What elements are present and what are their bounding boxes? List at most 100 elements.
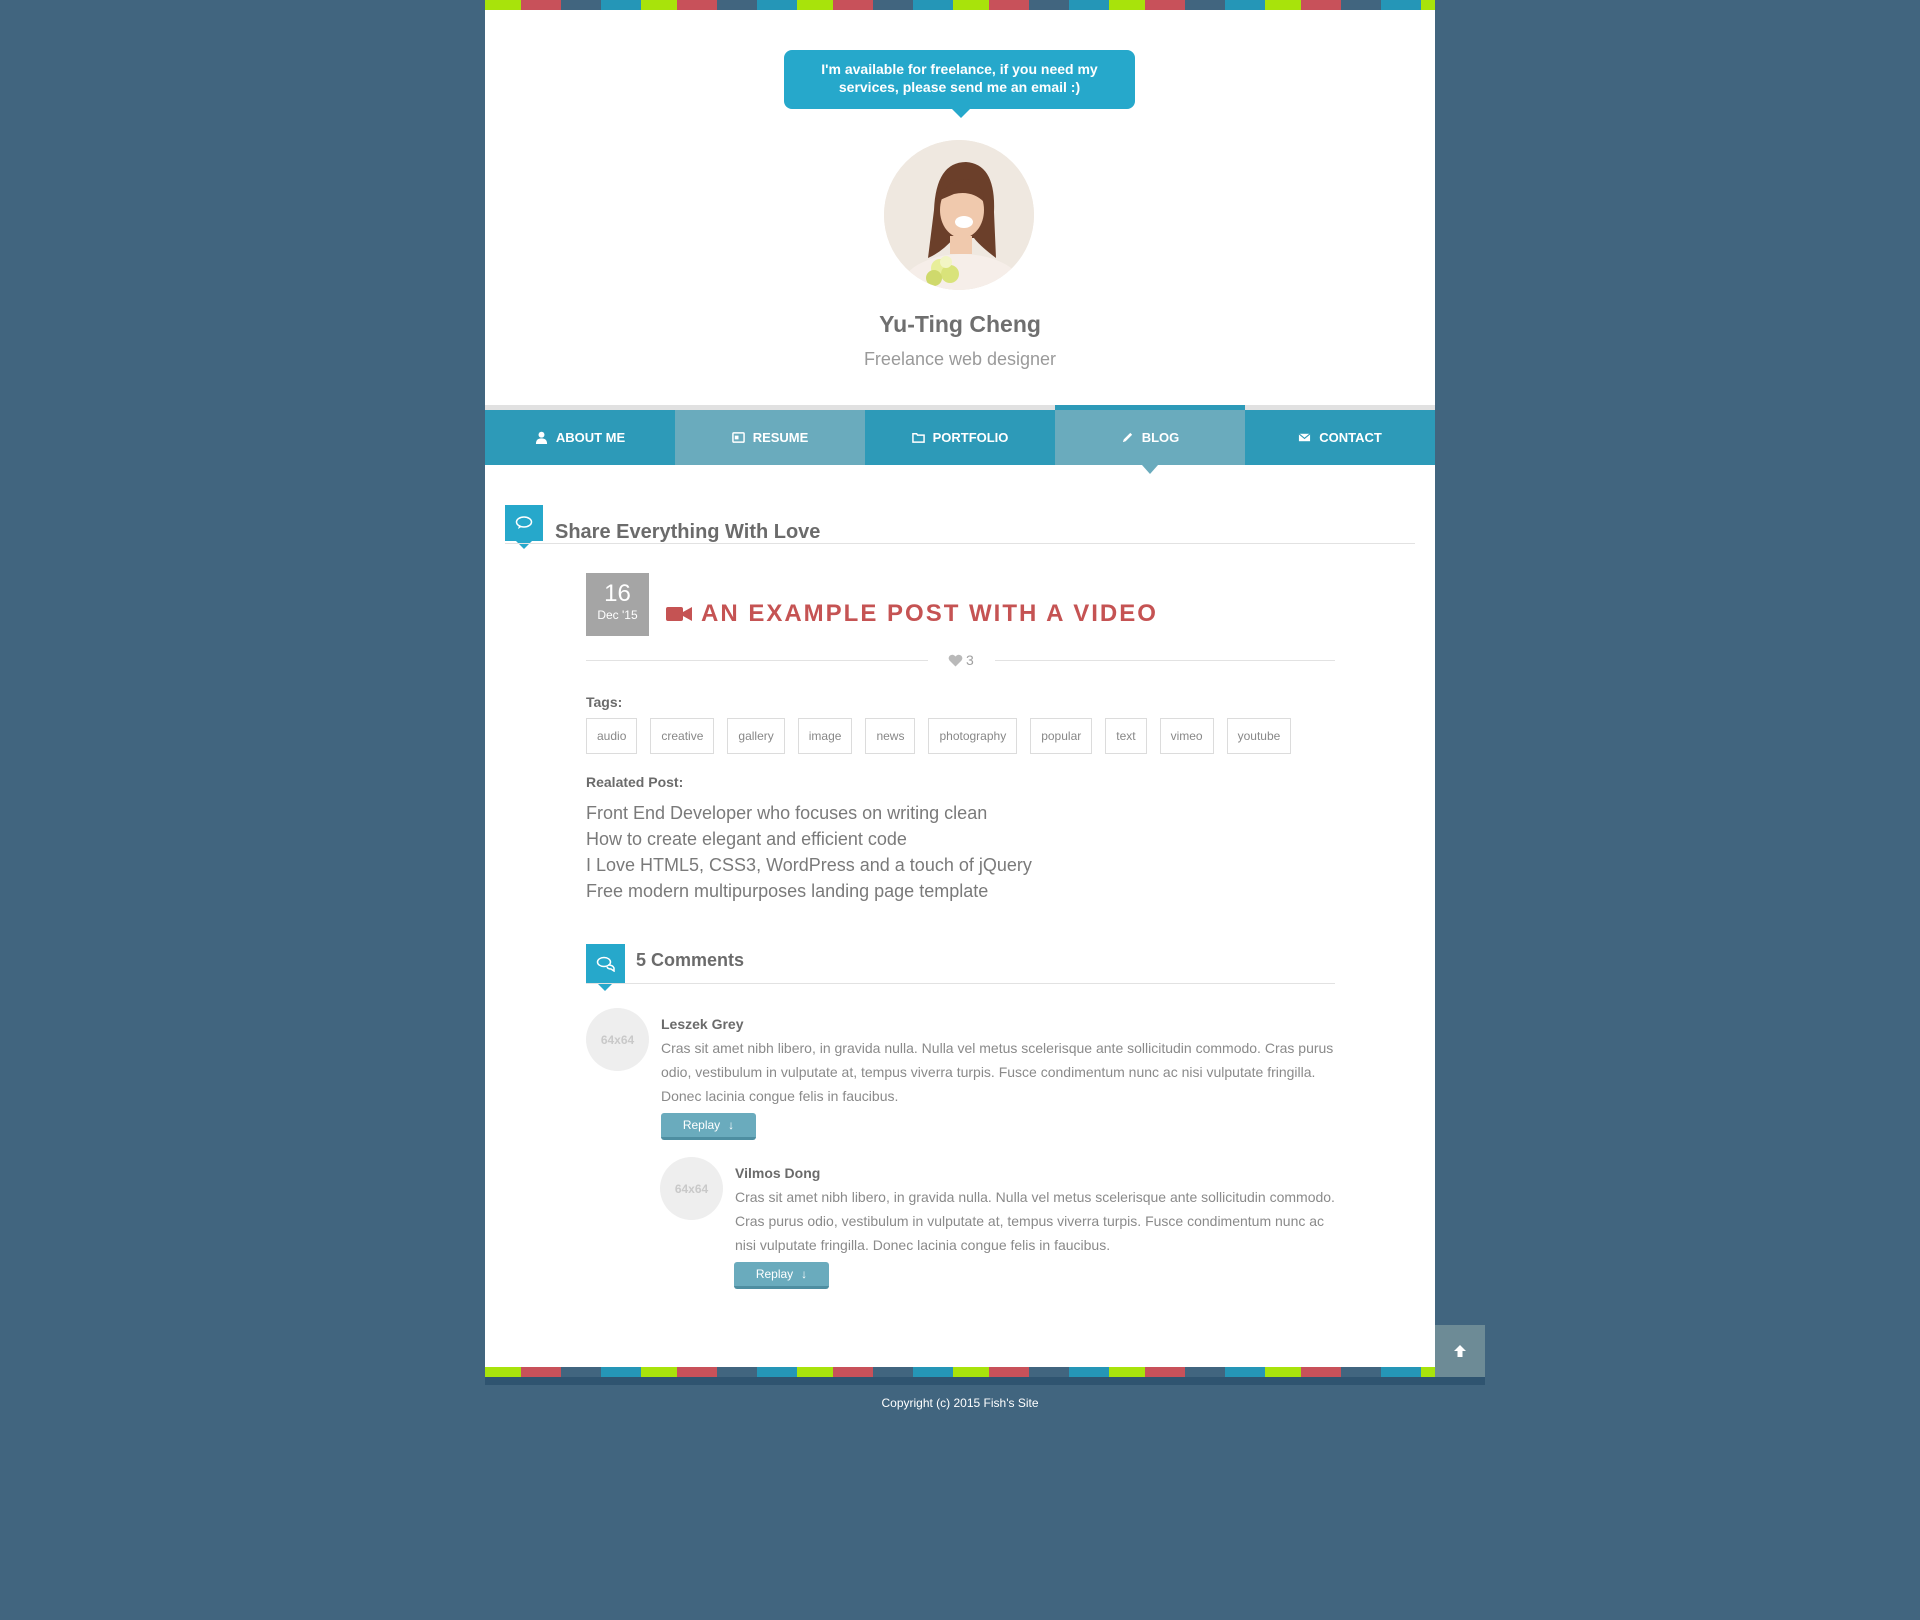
- tag-news[interactable]: news: [865, 718, 916, 754]
- related-label: Realated Post:: [586, 774, 684, 790]
- footer-bar: [485, 1377, 1485, 1385]
- tag-vimeo[interactable]: vimeo: [1159, 718, 1214, 754]
- main-nav: About me Resume Portfolio Blog Contact: [485, 405, 1435, 474]
- stripe-segment: [717, 1367, 757, 1377]
- stripe-segment: [953, 1367, 989, 1377]
- post-date-day: 16: [604, 580, 631, 607]
- tag-youtube[interactable]: youtube: [1226, 718, 1292, 754]
- stripe-segment: [1029, 0, 1069, 10]
- reply-button[interactable]: Replay ↓: [734, 1262, 829, 1289]
- stripe-segment: [641, 1367, 677, 1377]
- copyright-text: Copyright (c) 2015 Fish's Site: [881, 1396, 1039, 1410]
- stripe-segment: [1265, 0, 1301, 10]
- stripe-segment: [1341, 1367, 1381, 1377]
- stripe-segment: [485, 1367, 521, 1377]
- stripe-segment: [989, 1367, 1029, 1377]
- profile-name: Yu-Ting Cheng: [879, 311, 1041, 337]
- nav-resume[interactable]: Resume: [675, 410, 865, 465]
- profile-avatar: [884, 140, 1034, 290]
- stripe-segment: [1145, 1367, 1185, 1377]
- stripe-segment: [1029, 1367, 1069, 1377]
- stripe-segment: [1341, 0, 1381, 10]
- likes-divider-right: [995, 660, 1335, 661]
- like-button[interactable]: 3: [948, 653, 974, 667]
- tags-label: Tags:: [586, 694, 623, 710]
- stripe-segment: [797, 0, 833, 10]
- related-post-link[interactable]: Front End Developer who focuses on writi…: [586, 800, 1032, 826]
- stripe-segment: [1225, 1367, 1265, 1377]
- arrow-up-icon: [1454, 1345, 1466, 1357]
- avatar: 64x64: [660, 1157, 723, 1220]
- reply-label: Replay: [682, 1118, 721, 1132]
- resume-icon: [731, 432, 745, 443]
- user-icon: [535, 431, 547, 444]
- envelope-icon: [1298, 433, 1311, 442]
- stripe-segment: [1301, 0, 1341, 10]
- folder-icon: [911, 433, 925, 443]
- post-date-month: Dec '15: [597, 608, 638, 622]
- arrow-down-icon: ↓: [728, 1118, 735, 1132]
- tag-photography[interactable]: photography: [928, 718, 1018, 754]
- comments-title: 5 Comments: [636, 950, 745, 970]
- related-post-link[interactable]: I Love HTML5, CSS3, WordPress and a touc…: [586, 852, 1032, 878]
- stripe-segment: [601, 1367, 641, 1377]
- reply-button[interactable]: Replay ↓: [661, 1113, 756, 1140]
- tag-image[interactable]: image: [797, 718, 853, 754]
- stripe-segment: [561, 0, 601, 10]
- avatar: 64x64: [586, 1008, 649, 1071]
- freelance-bubble: I'm available for freelance, if you need…: [784, 50, 1135, 118]
- scroll-top-button[interactable]: [1435, 1325, 1485, 1377]
- tag-creative[interactable]: creative: [650, 718, 715, 754]
- stripe-segment: [521, 0, 561, 10]
- stripe-segment: [833, 0, 873, 10]
- stripe-segment: [1301, 1367, 1341, 1377]
- stripe-segment: [1109, 0, 1145, 10]
- video-camera-icon: [666, 607, 692, 621]
- stripe-segment: [797, 1367, 833, 1377]
- comment-author[interactable]: Vilmos Dong: [735, 1165, 820, 1181]
- likes-divider-left: [586, 660, 928, 661]
- profile-photo: [884, 140, 1034, 290]
- stripe-segment: [989, 0, 1029, 10]
- stripe-segment: [1225, 0, 1265, 10]
- stripe-segment: [1109, 1367, 1145, 1377]
- stripe-segment: [913, 0, 953, 10]
- heart-icon: [948, 654, 963, 666]
- tag-popular[interactable]: popular: [1030, 718, 1093, 754]
- profile-role: Freelance web designer: [863, 349, 1057, 369]
- stripe-segment: [873, 1367, 913, 1377]
- tag-text[interactable]: text: [1105, 718, 1147, 754]
- related-post-link[interactable]: How to create elegant and efficient code: [586, 826, 1032, 852]
- stripe-segment: [677, 0, 717, 10]
- stripe-segment: [601, 0, 641, 10]
- arrow-down-icon: ↓: [801, 1267, 808, 1281]
- page-card: I'm available for freelance, if you need…: [485, 10, 1435, 1367]
- stripe-segment: [641, 0, 677, 10]
- comment-text: Cras sit amet nibh libero, in gravida nu…: [661, 1040, 1334, 1104]
- related-post-link[interactable]: Free modern multipurposes landing page t…: [586, 878, 1032, 904]
- stripe-segment: [1069, 0, 1109, 10]
- nav-about-me-label: About me: [555, 430, 626, 445]
- stripe-segment: [1145, 0, 1185, 10]
- comments-divider: [586, 983, 1335, 984]
- comment-author[interactable]: Leszek Grey: [661, 1016, 744, 1032]
- stripe-segment: [1265, 1367, 1301, 1377]
- tag-gallery[interactable]: gallery: [727, 718, 785, 754]
- tag-list: audio creative gallery image news photog…: [586, 718, 1292, 754]
- comments-icon: [586, 944, 625, 991]
- nav-blog[interactable]: Blog: [1055, 405, 1245, 474]
- section-divider: [505, 543, 1415, 544]
- section-title: Share Everything With Love: [555, 521, 821, 543]
- nav-portfolio[interactable]: Portfolio: [865, 410, 1055, 465]
- stripe-segment: [757, 1367, 797, 1377]
- stripe-segment: [953, 0, 989, 10]
- post-title[interactable]: AN EXAMPLE POST WITH A VIDEO: [666, 600, 1158, 628]
- nav-contact[interactable]: Contact: [1245, 410, 1435, 465]
- post-title-text: AN EXAMPLE POST WITH A VIDEO: [701, 600, 1158, 627]
- speech-bubble-icon: [505, 505, 543, 549]
- stripe-segment: [561, 1367, 601, 1377]
- nav-contact-label: Contact: [1319, 430, 1382, 445]
- stripe-segment: [677, 1367, 717, 1377]
- nav-about-me[interactable]: About me: [485, 410, 675, 465]
- tag-audio[interactable]: audio: [586, 718, 638, 754]
